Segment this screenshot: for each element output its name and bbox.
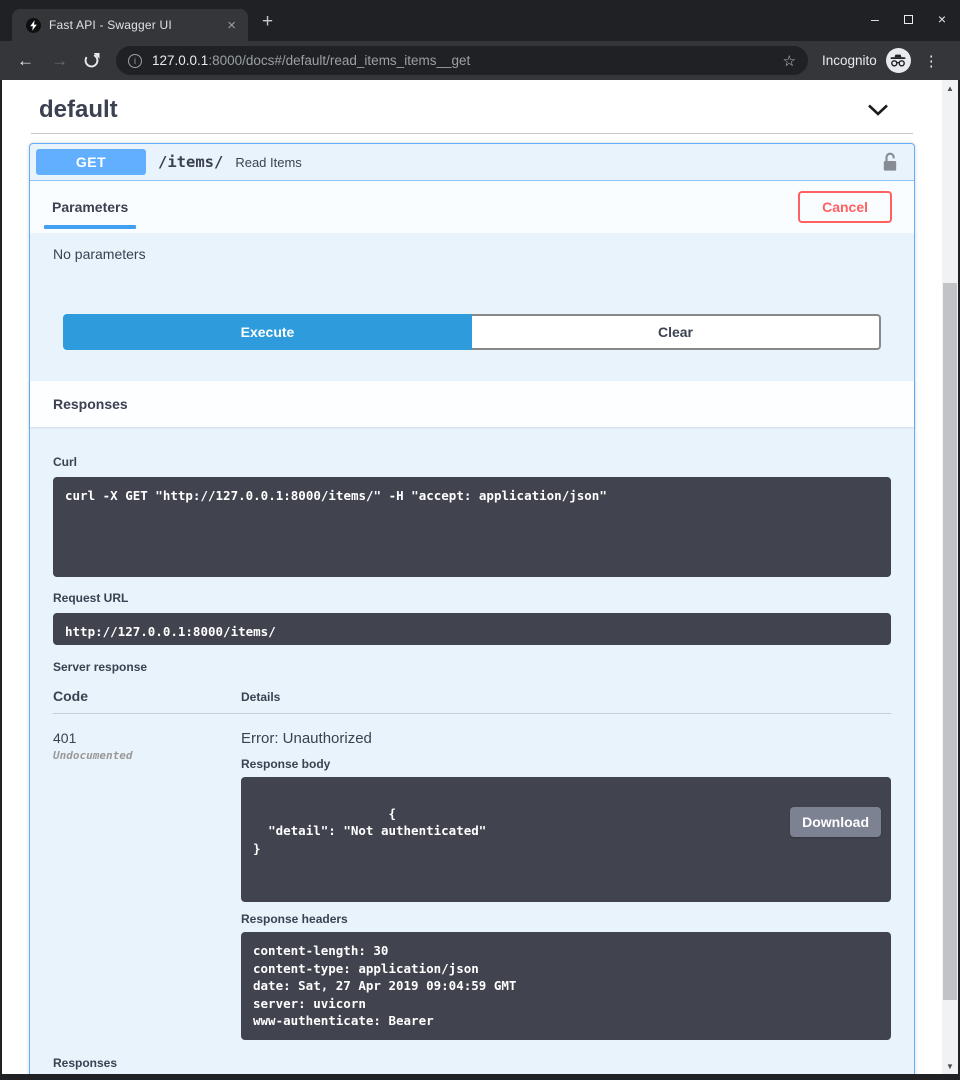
server-response-label: Server response (53, 660, 891, 674)
tab-title: Fast API - Swagger UI (49, 18, 223, 32)
curl-command[interactable]: curl -X GET "http://127.0.0.1:8000/items… (53, 477, 891, 577)
reload-icon[interactable] (83, 52, 100, 69)
new-tab-button[interactable]: + (262, 11, 273, 33)
tab-strip: Fast API - Swagger UI × + – × (0, 0, 960, 41)
execute-button[interactable]: Execute (63, 314, 472, 350)
window-close-button[interactable]: × (938, 10, 946, 28)
opblock-get-items: GET /items/ Read Items Parameters (29, 143, 915, 1074)
cancel-button[interactable]: Cancel (798, 191, 892, 223)
response-body-label: Response body (241, 757, 891, 771)
details-column-header: Details (241, 690, 891, 704)
parameters-tab-label: Parameters (52, 199, 128, 215)
clear-button[interactable]: Clear (472, 314, 881, 350)
request-url-label: Request URL (53, 591, 891, 605)
page-viewport: default GET /items/ Read Items (2, 80, 958, 1074)
operation-summary-text: Read Items (235, 155, 882, 170)
browser-menu-icon[interactable]: ⋮ (924, 52, 939, 70)
parameters-tab-header: Parameters Cancel (30, 181, 914, 233)
site-info-icon[interactable]: i (128, 54, 142, 68)
response-headers-label: Response headers (241, 912, 891, 926)
incognito-label: Incognito (822, 53, 877, 68)
execute-wrapper: Execute Clear (30, 292, 914, 370)
browser-toolbar: ← → i 127.0.0.1:8000/docs#/default/read_… (0, 41, 960, 80)
auth-lock-button[interactable] (882, 152, 898, 172)
response-body-block: { "detail": "Not authenticated" } Downlo… (241, 777, 891, 902)
tag-section-title: default (39, 96, 118, 124)
curl-label: Curl (53, 455, 891, 469)
section-divider (31, 133, 913, 134)
response-body-json: { "detail": "Not authenticated" } (253, 806, 486, 856)
no-parameters-text: No parameters (30, 233, 914, 292)
tab-parameters[interactable]: Parameters (52, 181, 128, 233)
url-host: 127.0.0.1 (152, 53, 208, 68)
response-headers-block: content-length: 30 content-type: applica… (241, 932, 891, 1040)
operation-summary[interactable]: GET /items/ Read Items (30, 144, 914, 181)
window-minimize-button[interactable]: – (871, 10, 879, 28)
undocumented-note: Undocumented (53, 749, 241, 762)
fastapi-favicon-icon (26, 18, 41, 33)
scrollbar-thumb[interactable] (943, 283, 957, 1000)
collapse-chevron-icon[interactable] (867, 104, 889, 116)
responses-section-header: Responses (30, 381, 914, 427)
scroll-up-icon[interactable]: ▲ (942, 80, 958, 96)
responses-label: Responses (53, 1056, 891, 1070)
back-icon[interactable]: ← (17, 52, 34, 69)
scroll-down-icon[interactable]: ▼ (942, 1058, 958, 1074)
tab-close-icon[interactable]: × (223, 18, 240, 33)
browser-tab[interactable]: Fast API - Swagger UI × (12, 9, 248, 41)
download-button[interactable]: Download (790, 807, 881, 837)
url-text[interactable]: 127.0.0.1:8000/docs#/default/read_items_… (152, 53, 775, 68)
swagger-ui: default GET /items/ Read Items (2, 80, 942, 1074)
server-response-table-header: Code Details (53, 688, 891, 714)
bookmark-star-icon[interactable]: ☆ (783, 52, 796, 70)
page-scrollbar[interactable]: ▲ ▼ (942, 80, 958, 1074)
window-maximize-button[interactable] (904, 10, 913, 28)
address-bar[interactable]: i 127.0.0.1:8000/docs#/default/read_item… (116, 46, 808, 75)
active-tab-underline (44, 225, 136, 229)
status-code: 401 (53, 730, 241, 746)
url-path: :8000/docs#/default/read_items_items__ge… (208, 53, 470, 68)
response-status-text: Error: Unauthorized (241, 730, 891, 747)
browser-window: Fast API - Swagger UI × + – × ← → i 127.… (0, 0, 960, 1080)
request-url-value: http://127.0.0.1:8000/items/ (53, 613, 891, 645)
http-method-badge[interactable]: GET (36, 149, 146, 175)
maximize-icon (904, 15, 913, 24)
code-column-header: Code (53, 688, 241, 704)
server-response-row: 401 Undocumented Error: Unauthorized Res… (53, 714, 891, 1040)
incognito-icon (886, 48, 911, 73)
forward-icon[interactable]: → (51, 52, 68, 69)
window-controls: – × (871, 10, 946, 28)
operation-path: /items/ (158, 153, 223, 171)
